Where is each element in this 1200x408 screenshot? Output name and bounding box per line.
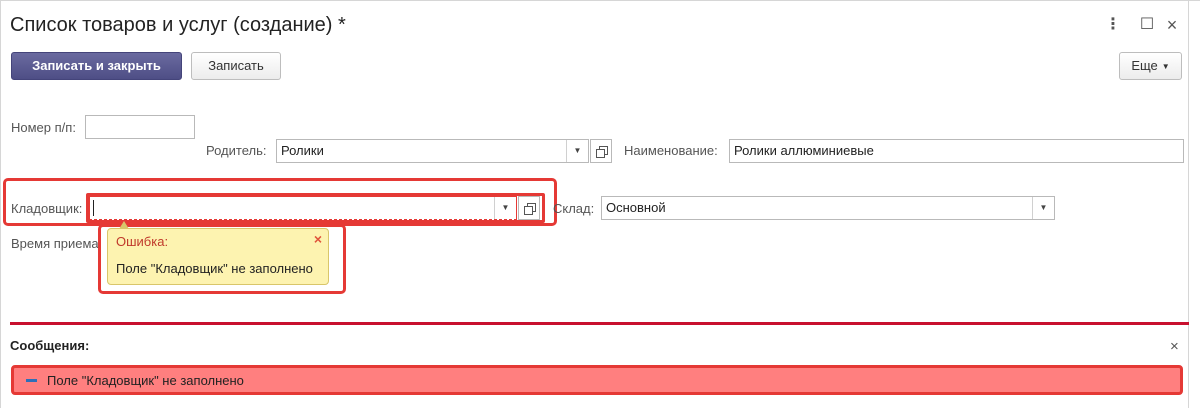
error-tooltip-title: Ошибка: [116,234,169,249]
number-field[interactable] [85,115,195,139]
parent-label: Родитель: [206,143,267,158]
error-tooltip-close-icon[interactable]: × [314,231,322,247]
parent-value: Ролики [281,143,324,158]
name-label: Наименование: [624,143,718,158]
storekeeper-field[interactable]: ▼ [89,196,517,220]
storekeeper-label: Кладовщик: [11,201,83,216]
warehouse-field[interactable]: Основной ▼ [601,196,1055,220]
save-and-close-button[interactable]: Записать и закрыть [11,52,182,80]
window-right-border [1188,0,1189,408]
parent-dropdown-icon[interactable]: ▼ [566,140,588,162]
warehouse-dropdown-icon[interactable]: ▼ [1032,197,1054,219]
close-icon[interactable]: × [1162,14,1182,36]
storekeeper-dropdown-icon[interactable]: ▼ [494,197,516,219]
more-actions-icon[interactable]: ⋮ [1103,14,1123,36]
more-button-label: Еще [1131,58,1158,73]
messages-close-icon[interactable]: × [1170,338,1179,355]
window-top-border [0,0,1200,1]
error-tooltip: Ошибка: × Поле "Кладовщик" не заполнено [107,228,329,285]
time-label: Время приема [11,236,99,251]
warehouse-label: Склад: [553,201,595,216]
message-item[interactable]: Поле "Кладовщик" не заполнено [11,365,1183,395]
parent-open-icon[interactable] [590,139,612,163]
warehouse-value: Основной [606,200,666,215]
maximize-icon[interactable]: ☐ [1137,14,1157,36]
window-title: Список товаров и услуг (создание) * [10,14,346,36]
window-left-border [0,0,1,408]
more-button[interactable]: Еще ▼ [1119,52,1182,80]
messages-header: Сообщения: [10,338,90,353]
error-tooltip-text: Поле "Кладовщик" не заполнено [116,261,313,276]
parent-field[interactable]: Ролики ▼ [276,139,589,163]
name-field[interactable]: Ролики аллюминиевые [729,139,1184,163]
messages-divider [10,322,1189,325]
storekeeper-open-icon[interactable] [518,196,540,220]
text-cursor [93,200,94,216]
number-label: Номер п/п: [11,120,76,135]
save-button[interactable]: Записать [191,52,281,80]
message-text: Поле "Кладовщик" не заполнено [47,373,244,388]
message-bullet-icon [26,379,37,382]
chevron-down-icon: ▼ [1161,61,1170,71]
